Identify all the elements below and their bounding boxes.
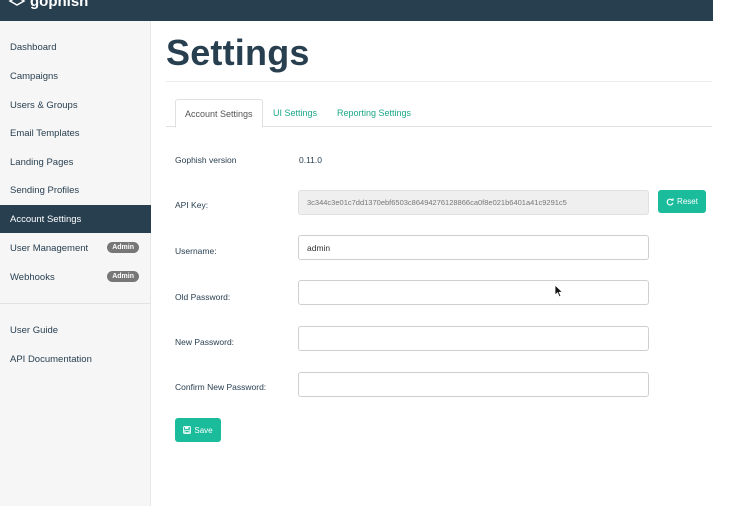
title-divider bbox=[166, 81, 712, 82]
sidebar-item-dashboard[interactable]: Dashboard bbox=[0, 33, 151, 61]
sidebar-item-label: Account Settings bbox=[10, 213, 82, 225]
save-button[interactable]: Save bbox=[175, 418, 221, 442]
sidebar-item-label: API Documentation bbox=[10, 353, 92, 365]
sidebar-item-user-management[interactable]: User Management Admin bbox=[0, 234, 151, 262]
sidebar: Dashboard Campaigns Users & Groups Email… bbox=[0, 21, 151, 506]
refresh-icon bbox=[666, 197, 674, 205]
tab-ui-settings[interactable]: UI Settings bbox=[273, 99, 317, 127]
tab-reporting-settings[interactable]: Reporting Settings bbox=[337, 99, 411, 127]
brand[interactable]: gophish bbox=[8, 0, 88, 10]
sidebar-item-api-documentation[interactable]: API Documentation bbox=[0, 345, 151, 373]
floppy-disk-icon bbox=[183, 426, 192, 434]
brand-name: gophish bbox=[30, 0, 89, 10]
sidebar-item-landing-pages[interactable]: Landing Pages bbox=[0, 148, 151, 176]
api-key-label: API Key: bbox=[175, 200, 209, 210]
api-key-field[interactable] bbox=[298, 190, 649, 215]
sidebar-item-label: Sending Profiles bbox=[10, 184, 80, 196]
sidebar-item-user-guide[interactable]: User Guide bbox=[0, 316, 151, 344]
tab-account-settings[interactable]: Account Settings bbox=[175, 99, 263, 128]
confirm-password-label: Confirm New Password: bbox=[175, 382, 267, 392]
sidebar-item-label: Dashboard bbox=[10, 41, 57, 53]
old-password-label: Old Password: bbox=[175, 292, 231, 302]
sidebar-item-email-templates[interactable]: Email Templates bbox=[0, 119, 151, 147]
sidebar-item-label: Webhooks bbox=[10, 271, 55, 283]
reset-api-key-button[interactable]: Reset bbox=[658, 190, 706, 213]
sidebar-item-label: Landing Pages bbox=[10, 156, 74, 168]
admin-badge: Admin bbox=[107, 242, 139, 253]
sidebar-item-label: User Guide bbox=[10, 324, 59, 336]
sidebar-item-account-settings[interactable]: Account Settings bbox=[0, 205, 151, 233]
mouse-pointer-icon bbox=[554, 284, 564, 298]
old-password-field[interactable] bbox=[298, 280, 649, 305]
gophish-logo-icon bbox=[8, 0, 26, 6]
version-value: 0.11.0 bbox=[299, 155, 323, 165]
save-label: Save bbox=[194, 425, 213, 435]
sidebar-item-campaigns[interactable]: Campaigns bbox=[0, 62, 151, 90]
sidebar-divider bbox=[0, 303, 151, 304]
sidebar-item-users-groups[interactable]: Users & Groups bbox=[0, 91, 151, 119]
sidebar-item-sending-profiles[interactable]: Sending Profiles bbox=[0, 176, 151, 204]
sidebar-item-label: Campaigns bbox=[10, 70, 59, 82]
sidebar-item-label: Users & Groups bbox=[10, 99, 78, 111]
version-label: Gophish version bbox=[175, 155, 237, 165]
username-label: Username: bbox=[175, 246, 217, 256]
confirm-password-field[interactable] bbox=[298, 372, 649, 397]
top-navbar: gophish bbox=[0, 0, 713, 21]
admin-badge: Admin bbox=[107, 271, 139, 282]
page-title: Settings bbox=[166, 32, 310, 73]
username-field[interactable] bbox=[298, 235, 649, 260]
sidebar-item-webhooks[interactable]: Webhooks Admin bbox=[0, 263, 151, 291]
settings-tabs: Account Settings UI Settings Reporting S… bbox=[166, 99, 712, 128]
reset-label: Reset bbox=[677, 197, 698, 206]
sidebar-item-label: Email Templates bbox=[10, 127, 80, 139]
new-password-label: New Password: bbox=[175, 337, 235, 347]
new-password-field[interactable] bbox=[298, 326, 649, 351]
sidebar-item-label: User Management bbox=[10, 242, 89, 254]
